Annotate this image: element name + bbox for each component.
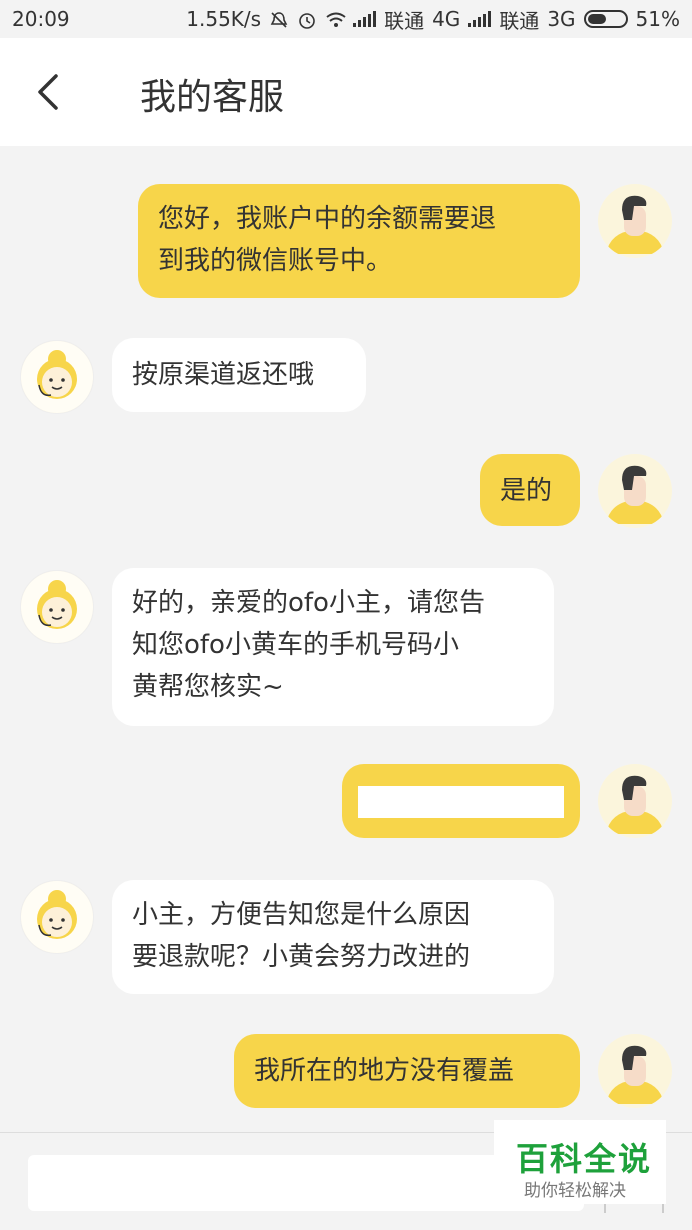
status-bar: 20:09 1.55K/s 联通 4G 联通 3G 51% <box>0 0 692 38</box>
mute-icon <box>269 10 289 28</box>
carrier-2: 联通 <box>499 8 540 33</box>
agent-avatar[interactable] <box>20 570 94 644</box>
watermark-logo: 百科全说 助你轻松解决 <box>494 1120 666 1204</box>
user-avatar-icon <box>598 1034 672 1108</box>
net-speed: 1.55K/s <box>186 7 262 31</box>
back-button[interactable] <box>26 70 70 114</box>
user-message-bubble <box>342 764 580 838</box>
message-text-line: 知您ofo小黄车的手机号码小 <box>132 630 459 660</box>
header: 我的客服 <box>0 38 692 146</box>
status-icons: 1.55K/s 联通 4G 联通 3G 51% <box>186 5 680 34</box>
message-text-line: 小主，方便告知您是什么原因 <box>132 900 471 930</box>
agent-message-bubble: 按原渠道返还哦 <box>112 338 366 412</box>
battery-percent: 51% <box>635 7 680 31</box>
alarm-icon <box>297 10 317 29</box>
signal-icon <box>468 11 492 27</box>
user-avatar[interactable] <box>598 764 672 838</box>
page-title: 我的客服 <box>140 77 285 118</box>
network-1: 4G <box>432 7 461 31</box>
network-2: 3G <box>547 7 576 31</box>
message-text-line: 到我的微信账号中。 <box>158 246 393 276</box>
redacted-phone-number <box>358 786 564 818</box>
message-text-line: 好的，亲爱的ofo小主，请您告 <box>132 588 485 618</box>
agent-message-bubble: 好的，亲爱的ofo小主，请您告 知您ofo小黄车的手机号码小 黄帮您核实~ <box>112 568 554 726</box>
agent-avatar-icon <box>21 881 93 953</box>
user-avatar-icon <box>598 184 672 258</box>
agent-avatar-icon <box>21 571 93 643</box>
user-avatar[interactable] <box>598 1034 672 1108</box>
agent-avatar-icon <box>21 341 93 413</box>
wifi-icon <box>325 10 346 28</box>
user-avatar-icon <box>598 764 672 838</box>
message-text-line: 要退款呢？小黄会努力改进的 <box>132 942 471 972</box>
watermark-title: 百科全说 <box>516 1140 653 1178</box>
status-time: 20:09 <box>12 7 70 31</box>
agent-avatar[interactable] <box>20 340 94 414</box>
user-message-bubble: 是的 <box>480 454 580 526</box>
carrier-1: 联通 <box>384 8 425 33</box>
user-avatar-icon <box>598 454 672 528</box>
message-text-line: 黄帮您核实~ <box>132 672 284 702</box>
watermark-subtitle: 助你轻松解决 <box>524 1181 626 1201</box>
chat-messages: 您好，我账户中的余额需要退 到我的微信账号中。 按原渠道返还哦 是的 好的，亲爱… <box>0 146 692 1132</box>
user-message-bubble: 您好，我账户中的余额需要退 到我的微信账号中。 <box>138 184 580 298</box>
user-avatar[interactable] <box>598 184 672 258</box>
agent-avatar[interactable] <box>20 880 94 954</box>
battery-icon <box>583 10 628 28</box>
user-message-bubble: 我所在的地方没有覆盖 <box>234 1034 580 1108</box>
agent-message-bubble: 小主，方便告知您是什么原因 要退款呢？小黄会努力改进的 <box>112 880 554 994</box>
user-avatar[interactable] <box>598 454 672 528</box>
signal-icon <box>353 11 377 27</box>
message-text-line: 您好，我账户中的余额需要退 <box>158 204 497 234</box>
chevron-left-icon <box>38 74 58 110</box>
